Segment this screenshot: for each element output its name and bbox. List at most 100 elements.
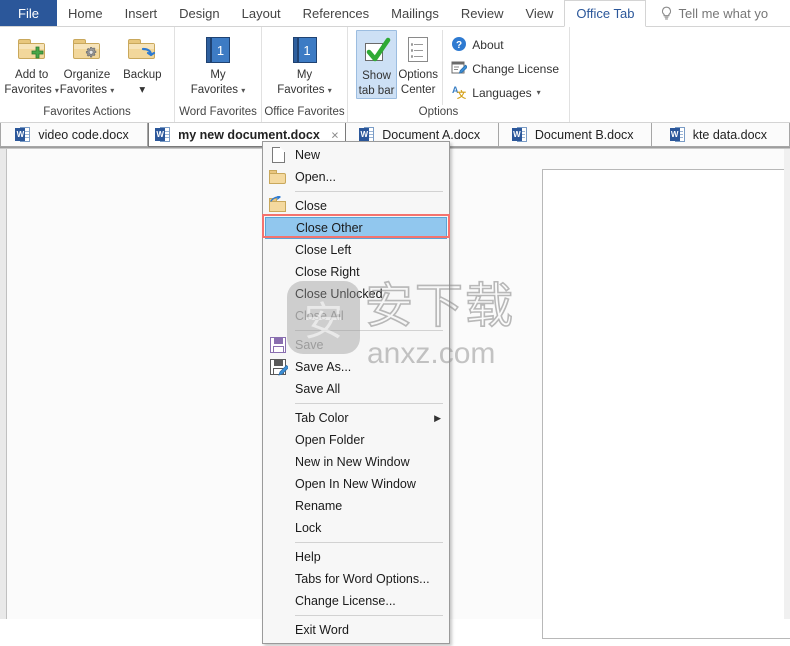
- close-icon[interactable]: ×: [331, 128, 339, 141]
- ribbon-tab-review[interactable]: Review: [450, 0, 515, 26]
- word-doc-icon: W: [511, 126, 528, 143]
- menu-item-label: Close Other: [296, 221, 363, 235]
- document-tab-document-b[interactable]: W Document B.docx: [498, 123, 652, 147]
- menu-item-open-in-new-window[interactable]: Open In New Window: [263, 473, 449, 495]
- ribbon-group-options: Show tab bar Options Center ? About Chan…: [348, 27, 570, 122]
- backup-button[interactable]: Backup ▾: [115, 30, 170, 97]
- book-1-icon: 1: [292, 33, 317, 67]
- menu-item-tab-color[interactable]: Tab Color ▶: [263, 407, 449, 429]
- change-license-button[interactable]: Change License: [447, 57, 565, 81]
- folder-backup-icon: [127, 33, 157, 67]
- ribbon-tab-mailings[interactable]: Mailings: [380, 0, 450, 26]
- show-tab-bar-line2: tab bar: [358, 85, 395, 97]
- menu-item-help[interactable]: Help: [263, 546, 449, 568]
- menu-item-exit-word[interactable]: Exit Word: [263, 619, 449, 641]
- menu-separator: [295, 330, 443, 331]
- menu-item-open-folder[interactable]: Open Folder: [263, 429, 449, 451]
- word-my-favorites-line1: My: [210, 69, 226, 81]
- about-button[interactable]: ? About: [447, 33, 565, 57]
- languages-label: Languages: [472, 86, 532, 100]
- ribbon-tab-view-label: View: [525, 5, 554, 21]
- menu-item-label: Tabs for Word Options...: [295, 572, 430, 586]
- ribbon-filler: [570, 27, 790, 122]
- submenu-arrow-icon: ▶: [434, 412, 441, 423]
- left-rail: [0, 149, 7, 619]
- menu-item-label: Open In New Window: [295, 477, 416, 491]
- ribbon-tab-design[interactable]: Design: [168, 0, 230, 26]
- ribbon-tab-design-label: Design: [179, 5, 220, 21]
- menu-item-close-right[interactable]: Close Right: [263, 261, 449, 283]
- ribbon-tab-layout-label: Layout: [241, 5, 281, 21]
- menu-item-save-as[interactable]: Save As...: [263, 356, 449, 378]
- languages-icon: A文: [451, 84, 467, 103]
- document-tab-kte-data[interactable]: W kte data.docx: [651, 123, 790, 147]
- menu-item-new[interactable]: New: [263, 144, 449, 166]
- word-my-favorites-button[interactable]: 1 My Favorites ▾: [187, 30, 249, 97]
- ribbon-tab-references-label: References: [302, 5, 370, 21]
- languages-button[interactable]: A文 Languages ▾: [447, 81, 565, 105]
- chevron-down-icon: ▾: [536, 88, 541, 97]
- chevron-down-icon: ▾: [54, 86, 59, 95]
- menu-item-close[interactable]: Close: [263, 195, 449, 217]
- office-favorites-count: 1: [303, 42, 311, 58]
- options-center-line2: Center: [400, 84, 436, 96]
- ribbon-tab-references[interactable]: References: [292, 0, 380, 26]
- menu-item-label: New: [295, 148, 321, 162]
- add-to-favorites-button[interactable]: Add to Favorites ▾: [4, 30, 59, 97]
- ribbon-group-favorites-actions: Add to Favorites ▾ Organize Favorites ▾: [0, 27, 175, 122]
- about-label: About: [472, 38, 504, 52]
- menu-item-close-unlocked[interactable]: Close Unlocked: [263, 283, 449, 305]
- save-as-floppy-icon: [267, 358, 289, 376]
- menu-item-open[interactable]: Open...: [263, 166, 449, 188]
- ribbon-group-word-favorites: 1 My Favorites ▾ Word Favorites: [175, 27, 262, 122]
- menu-item-close-left[interactable]: Close Left: [263, 239, 449, 261]
- ribbon-tab-office-tab[interactable]: Office Tab: [564, 0, 647, 27]
- tell-me-box[interactable]: Tell me what yo: [646, 0, 779, 26]
- ribbon-tab-insert[interactable]: Insert: [114, 0, 169, 26]
- document-tab-video-code[interactable]: W video code.docx: [0, 123, 149, 147]
- ribbon-tab-mailings-label: Mailings: [391, 5, 439, 21]
- menu-item-lock[interactable]: Lock: [263, 517, 449, 539]
- menu-item-label: Change License...: [295, 594, 396, 608]
- word-doc-icon: W: [155, 126, 171, 143]
- chevron-down-icon: ▾: [241, 86, 246, 95]
- word-favorites-count: 1: [216, 42, 225, 58]
- menu-item-close-other[interactable]: Close Other: [265, 217, 447, 239]
- menu-item-tabs-for-word-options[interactable]: Tabs for Word Options...: [263, 568, 449, 590]
- menu-item-label: Open Folder: [295, 433, 365, 447]
- menu-item-change-license[interactable]: Change License...: [263, 590, 449, 612]
- ribbon-tab-view[interactable]: View: [514, 0, 564, 26]
- document-tab-label: video code.docx: [38, 127, 129, 142]
- menu-item-label: Close Unlocked: [295, 287, 383, 301]
- options-center-button[interactable]: Options Center: [397, 30, 439, 97]
- menu-item-label: Lock: [295, 521, 322, 535]
- add-to-favorites-line2: Favorites: [4, 84, 52, 96]
- menu-item-rename[interactable]: Rename: [263, 495, 449, 517]
- ribbon-tab-home[interactable]: Home: [57, 0, 114, 26]
- group-label-favorites-actions: Favorites Actions: [43, 106, 131, 118]
- menu-item-label: Exit Word: [295, 623, 349, 637]
- chevron-down-icon: ▾: [110, 86, 115, 95]
- document-tab-label: kte data.docx: [692, 127, 768, 142]
- license-pencil-icon: [451, 60, 469, 79]
- office-my-favorites-button[interactable]: 1 My Favorites ▾: [274, 30, 336, 97]
- word-window: File Home Insert Design Layout Reference…: [0, 0, 790, 646]
- office-my-favorites-line1: My: [296, 69, 313, 81]
- document-page[interactable]: [542, 169, 790, 639]
- menu-item-label: Close: [295, 199, 327, 213]
- question-circle-icon: ?: [451, 36, 467, 55]
- ribbon-tab-file[interactable]: File: [0, 0, 57, 26]
- menu-separator: [295, 403, 443, 404]
- menu-item-label: Close All: [295, 309, 344, 323]
- vertical-scrollbar[interactable]: [784, 149, 790, 619]
- word-my-favorites-line2: Favorites: [190, 84, 239, 96]
- ribbon-tab-review-label: Review: [460, 5, 504, 21]
- show-tab-bar-button[interactable]: Show tab bar: [356, 30, 398, 99]
- menu-item-save-all[interactable]: Save All: [263, 378, 449, 400]
- organize-favorites-button[interactable]: Organize Favorites ▾: [59, 30, 114, 97]
- menu-separator: [295, 542, 443, 543]
- ribbon-tab-layout[interactable]: Layout: [231, 0, 292, 26]
- menu-item-new-in-new-window[interactable]: New in New Window: [263, 451, 449, 473]
- menu-item-label: Rename: [295, 499, 343, 513]
- chevron-down-icon: ▾: [139, 84, 146, 96]
